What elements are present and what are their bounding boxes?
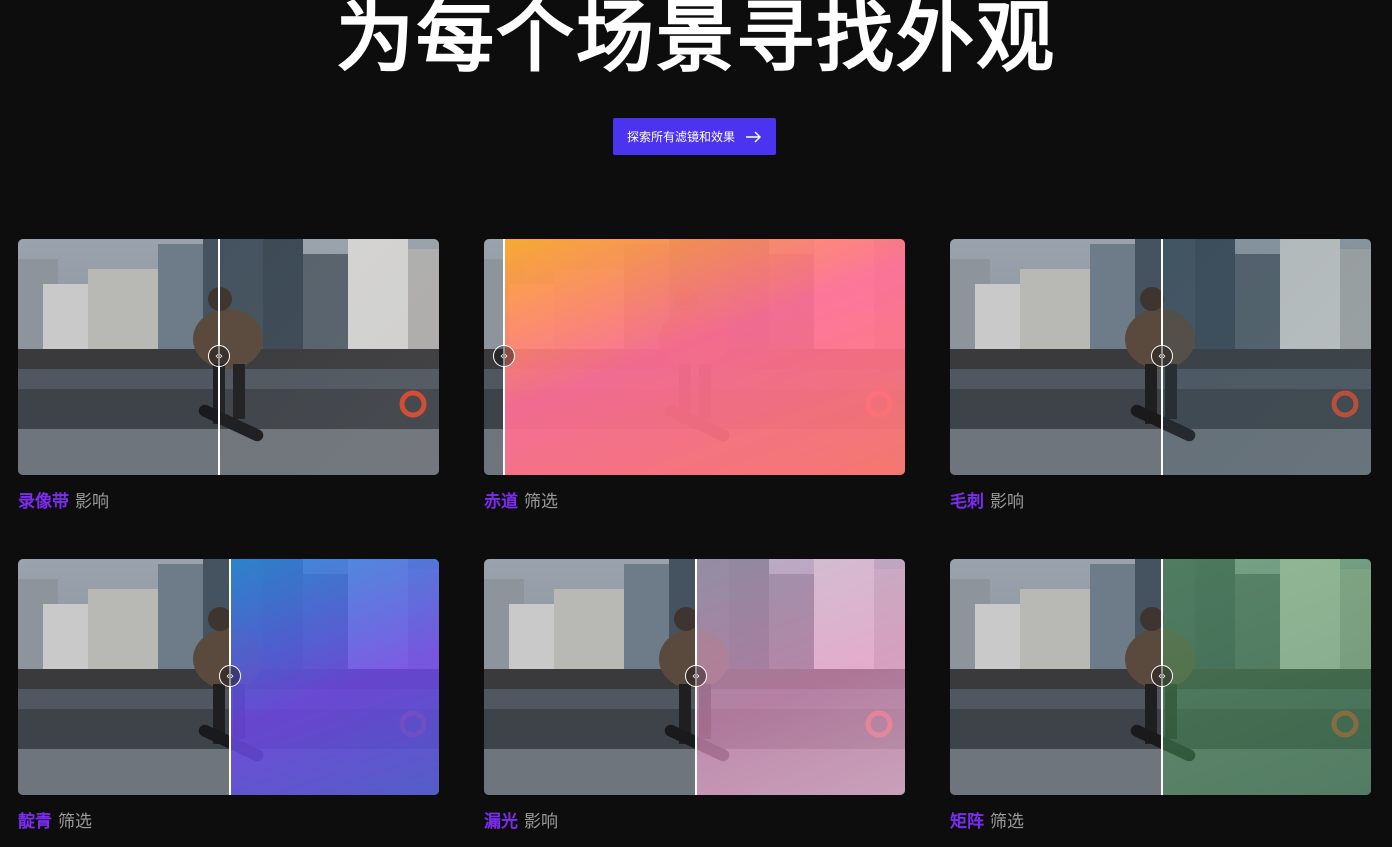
- filter-kind: 影响: [75, 492, 109, 512]
- filter-kind: 筛选: [58, 812, 92, 832]
- filter-name[interactable]: 靛青: [18, 812, 52, 832]
- comparison-preview[interactable]: ‹›: [950, 239, 1371, 475]
- comparison-preview[interactable]: ‹›: [484, 239, 905, 475]
- filter-name[interactable]: 矩阵: [950, 812, 984, 832]
- page-title: 为每个场景寻找外观: [335, 0, 1056, 83]
- filter-caption: 漏光 影响: [484, 812, 905, 832]
- slider-handle-icon[interactable]: ‹›: [219, 665, 241, 687]
- filter-kind: 影响: [524, 812, 558, 832]
- filter-caption: 矩阵 筛选: [950, 812, 1371, 832]
- filter-caption: 毛刺 影响: [950, 492, 1371, 512]
- explore-filters-button[interactable]: 探索所有滤镜和效果: [613, 118, 776, 155]
- filter-card[interactable]: ‹› 录像带 影响: [18, 239, 439, 512]
- filter-kind: 筛选: [524, 492, 558, 512]
- slider-handle-icon[interactable]: ‹›: [685, 665, 707, 687]
- filter-kind: 影响: [990, 492, 1024, 512]
- filter-card[interactable]: ‹› 靛青 筛选: [18, 559, 439, 832]
- filter-name[interactable]: 漏光: [484, 812, 518, 832]
- filter-card[interactable]: ‹› 漏光 影响: [484, 559, 905, 832]
- comparison-preview[interactable]: ‹›: [18, 559, 439, 795]
- filter-caption: 靛青 筛选: [18, 812, 439, 832]
- filter-kind: 筛选: [990, 812, 1024, 832]
- filter-caption: 赤道 筛选: [484, 492, 905, 512]
- filter-card[interactable]: ‹› 毛刺 影响: [950, 239, 1371, 512]
- filter-name[interactable]: 毛刺: [950, 492, 984, 512]
- slider-handle-icon[interactable]: ‹›: [1151, 665, 1173, 687]
- filter-overlay: [229, 559, 439, 795]
- filter-overlay: [218, 239, 439, 475]
- filter-overlay: [695, 559, 905, 795]
- filter-name[interactable]: 赤道: [484, 492, 518, 512]
- comparison-preview[interactable]: ‹›: [18, 239, 439, 475]
- filter-card[interactable]: ‹› 矩阵 筛选: [950, 559, 1371, 832]
- comparison-preview[interactable]: ‹›: [484, 559, 905, 795]
- explore-filters-label: 探索所有滤镜和效果: [626, 130, 735, 144]
- filter-caption: 录像带 影响: [18, 492, 439, 512]
- filter-overlay: [1161, 559, 1371, 795]
- arrow-right-icon: [746, 131, 761, 142]
- slider-handle-icon[interactable]: ‹›: [208, 345, 230, 367]
- filter-card[interactable]: ‹› 赤道 筛选: [484, 239, 905, 512]
- comparison-preview[interactable]: ‹›: [950, 559, 1371, 795]
- slider-handle-icon[interactable]: ‹›: [1151, 345, 1173, 367]
- slider-handle-icon[interactable]: ‹›: [493, 345, 515, 367]
- filter-overlay: [1161, 239, 1371, 475]
- filter-overlay: [503, 239, 905, 475]
- filter-name[interactable]: 录像带: [18, 492, 69, 512]
